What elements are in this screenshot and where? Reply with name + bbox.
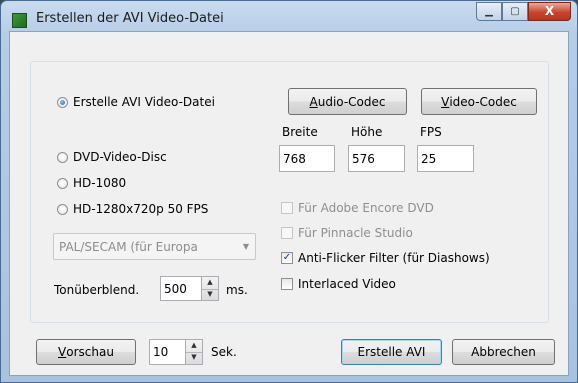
check-icon: ✓: [281, 252, 293, 264]
height-label: Höhe: [351, 125, 383, 139]
crossfade-label: Tonüberblend.: [54, 283, 140, 297]
tv-standard-select[interactable]: PAL/SECAM (für Europa ▼: [53, 233, 256, 260]
dialog-window: Erstellen der AVI Video-Datei ▁ ▢ X Erst…: [0, 0, 578, 383]
radio-dvd-indicator: [57, 151, 68, 163]
width-label: Breite: [282, 125, 318, 139]
checkbox-adobe-encore[interactable]: Für Adobe Encore DVD: [281, 201, 434, 215]
height-input[interactable]: 576: [348, 145, 405, 172]
audio-codec-button[interactable]: Audio-Codec: [288, 88, 407, 115]
preview-seconds-unit: Sek.: [211, 345, 237, 359]
preview-seconds-input[interactable]: 10: [149, 339, 186, 365]
width-input[interactable]: 768: [279, 145, 335, 172]
create-avi-button[interactable]: Erstelle AVI: [341, 339, 442, 365]
checkbox-pinnacle-studio-box: [281, 227, 293, 239]
crossfade-spinner[interactable]: ▲ ▼: [201, 276, 219, 301]
checkbox-interlaced-box: [281, 278, 293, 290]
preview-accel: V: [58, 345, 67, 359]
radio-hd-1080-indicator: [57, 177, 68, 189]
checkbox-pinnacle-studio[interactable]: Für Pinnacle Studio: [281, 226, 413, 240]
cancel-button[interactable]: Abbrechen: [452, 339, 555, 365]
radio-hd-720p-indicator: [57, 203, 68, 215]
checkbox-interlaced[interactable]: Interlaced Video: [281, 277, 396, 291]
checkbox-adobe-encore-box: [281, 202, 293, 214]
chevron-down-icon: ▼: [242, 242, 249, 251]
minimize-button[interactable]: ▁: [476, 2, 502, 21]
window-title: Erstellen der AVI Video-Datei: [36, 11, 224, 26]
preview-seconds-spinner[interactable]: ▲ ▼: [185, 339, 203, 365]
maximize-button[interactable]: ▢: [502, 2, 528, 21]
radio-avi-file-label: Erstelle AVI Video-Datei: [73, 95, 215, 109]
dialog-client-area: Erstelle AVI Video-Datei DVD-Video-Disc …: [9, 31, 569, 376]
radio-hd-720p-label: HD-1280x720p 50 FPS: [73, 202, 209, 216]
crossfade-input[interactable]: 500: [160, 276, 202, 301]
video-codec-label: ideo-Codec: [449, 94, 517, 109]
spin-down-icon[interactable]: ▼: [202, 289, 218, 301]
title-bar[interactable]: Erstellen der AVI Video-Datei ▁ ▢ X: [1, 1, 577, 31]
fps-input[interactable]: 25: [417, 145, 474, 172]
spin-down-icon[interactable]: ▼: [186, 352, 202, 364]
checkbox-anti-flicker-label: Anti-Flicker Filter (für Diashows): [298, 251, 490, 265]
close-button[interactable]: X: [528, 2, 571, 21]
preview-button[interactable]: Vorschau: [36, 339, 136, 365]
video-codec-button[interactable]: Video-Codec: [421, 88, 537, 115]
radio-avi-file-indicator: [57, 96, 68, 108]
radio-hd-1080[interactable]: HD-1080: [57, 175, 126, 191]
crossfade-unit: ms.: [226, 283, 248, 297]
audio-codec-accel: A: [309, 94, 318, 109]
app-icon: [12, 13, 27, 28]
audio-codec-label: udio-Codec: [317, 94, 386, 109]
radio-dvd-video-disc[interactable]: DVD-Video-Disc: [57, 149, 167, 165]
radio-dvd-label: DVD-Video-Disc: [73, 150, 167, 164]
checkbox-interlaced-label: Interlaced Video: [298, 277, 396, 291]
checkbox-adobe-encore-label: Für Adobe Encore DVD: [298, 201, 434, 215]
video-codec-accel: V: [441, 94, 450, 109]
radio-hd-720p[interactable]: HD-1280x720p 50 FPS: [57, 201, 208, 217]
radio-hd-1080-label: HD-1080: [73, 176, 127, 190]
checkbox-anti-flicker[interactable]: ✓ Anti-Flicker Filter (für Diashows): [281, 251, 490, 265]
radio-avi-file[interactable]: Erstelle AVI Video-Datei: [57, 94, 215, 110]
checkbox-pinnacle-studio-label: Für Pinnacle Studio: [298, 226, 413, 240]
preview-label: orschau: [66, 345, 114, 359]
tv-standard-value: PAL/SECAM (für Europa: [59, 239, 198, 254]
fps-label: FPS: [420, 125, 442, 139]
caption-buttons: ▁ ▢ X: [476, 2, 571, 22]
